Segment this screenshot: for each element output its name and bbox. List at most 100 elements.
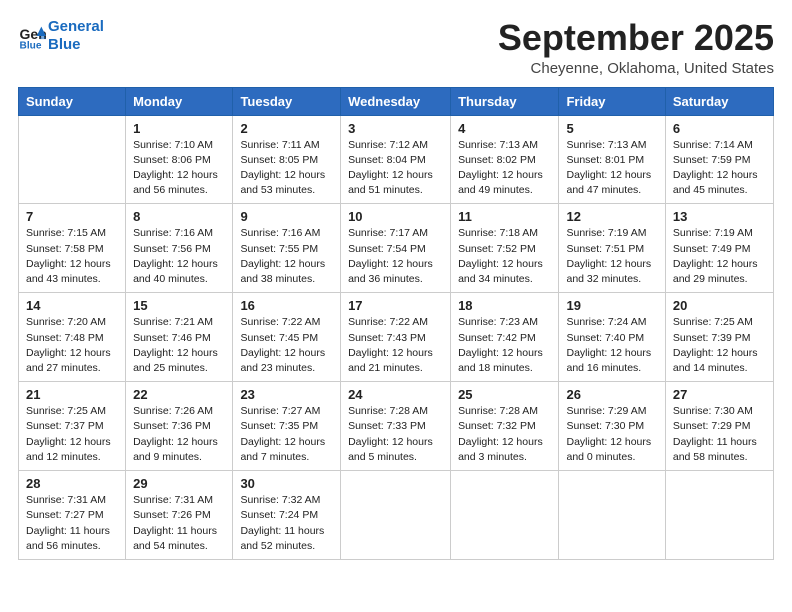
day-info: Sunrise: 7:31 AMSunset: 7:27 PMDaylight:… [26,493,118,554]
day-number: 29 [133,476,225,491]
calendar-cell: 19 Sunrise: 7:24 AMSunset: 7:40 PMDayligh… [559,293,665,382]
calendar-cell: 14 Sunrise: 7:20 AMSunset: 7:48 PMDayligh… [19,293,126,382]
calendar-cell: 4 Sunrise: 7:13 AMSunset: 8:02 PMDaylight… [451,115,559,204]
day-number: 2 [240,121,333,136]
day-info: Sunrise: 7:31 AMSunset: 7:26 PMDaylight:… [133,493,225,554]
day-number: 15 [133,298,225,313]
day-info: Sunrise: 7:30 AMSunset: 7:29 PMDaylight:… [673,404,766,465]
day-number: 16 [240,298,333,313]
day-number: 12 [566,209,657,224]
day-info: Sunrise: 7:32 AMSunset: 7:24 PMDaylight:… [240,493,333,554]
day-number: 27 [673,387,766,402]
calendar-week-row: 21 Sunrise: 7:25 AMSunset: 7:37 PMDayligh… [19,382,774,471]
day-number: 11 [458,209,551,224]
calendar-cell: 24Sunrise: 7:28 AMSunset: 7:33 PMDayligh… [341,382,451,471]
day-number: 24 [348,387,443,402]
day-number: 13 [673,209,766,224]
day-number: 23 [240,387,333,402]
logo-icon: Gen Blue [18,22,46,50]
day-number: 26 [566,387,657,402]
calendar-cell: 13 Sunrise: 7:19 AMSunset: 7:49 PMDayligh… [665,204,773,293]
calendar-week-row: 28 Sunrise: 7:31 AMSunset: 7:27 PMDayligh… [19,471,774,560]
day-number: 1 [133,121,225,136]
day-number: 28 [26,476,118,491]
day-number: 22 [133,387,225,402]
day-info: Sunrise: 7:27 AMSunset: 7:35 PMDaylight:… [240,404,333,465]
day-info: Sunrise: 7:22 AMSunset: 7:45 PMDaylight:… [240,315,333,376]
day-number: 19 [566,298,657,313]
day-number: 9 [240,209,333,224]
day-info: Sunrise: 7:10 AMSunset: 8:06 PMDaylight:… [133,138,225,199]
day-info: Sunrise: 7:16 AMSunset: 7:56 PMDaylight:… [133,226,225,287]
calendar-cell [665,471,773,560]
calendar-cell: 22Sunrise: 7:26 AMSunset: 7:36 PMDayligh… [126,382,233,471]
calendar-cell: 15Sunrise: 7:21 AMSunset: 7:46 PMDayligh… [126,293,233,382]
calendar-cell: 17Sunrise: 7:22 AMSunset: 7:43 PMDayligh… [341,293,451,382]
day-info: Sunrise: 7:17 AMSunset: 7:54 PMDaylight:… [348,226,443,287]
calendar-cell: 12 Sunrise: 7:19 AMSunset: 7:51 PMDayligh… [559,204,665,293]
day-number: 5 [566,121,657,136]
calendar-cell: 2 Sunrise: 7:11 AMSunset: 8:05 PMDaylight… [233,115,341,204]
calendar-cell: 9 Sunrise: 7:16 AMSunset: 7:55 PMDaylight… [233,204,341,293]
calendar-cell: 29 Sunrise: 7:31 AMSunset: 7:26 PMDayligh… [126,471,233,560]
day-number: 17 [348,298,443,313]
month-title: September 2025 [498,18,774,58]
weekday-header: Thursday [451,87,559,115]
day-info: Sunrise: 7:14 AMSunset: 7:59 PMDaylight:… [673,138,766,199]
calendar-cell: 23 Sunrise: 7:27 AMSunset: 7:35 PMDayligh… [233,382,341,471]
page-header: Gen Blue GeneralBlue September 2025 Chey… [18,18,774,77]
calendar-cell: 7 Sunrise: 7:15 AMSunset: 7:58 PMDaylight… [19,204,126,293]
day-info: Sunrise: 7:15 AMSunset: 7:58 PMDaylight:… [26,226,118,287]
calendar-cell: 16 Sunrise: 7:22 AMSunset: 7:45 PMDayligh… [233,293,341,382]
weekday-header: Sunday [19,87,126,115]
calendar-cell: 8Sunrise: 7:16 AMSunset: 7:56 PMDaylight… [126,204,233,293]
calendar-cell: 26Sunrise: 7:29 AMSunset: 7:30 PMDayligh… [559,382,665,471]
weekday-header: Friday [559,87,665,115]
day-info: Sunrise: 7:19 AMSunset: 7:49 PMDaylight:… [673,226,766,287]
calendar-cell: 5Sunrise: 7:13 AMSunset: 8:01 PMDaylight… [559,115,665,204]
day-info: Sunrise: 7:24 AMSunset: 7:40 PMDaylight:… [566,315,657,376]
calendar-cell: 1 Sunrise: 7:10 AMSunset: 8:06 PMDaylight… [126,115,233,204]
day-number: 25 [458,387,551,402]
logo: Gen Blue GeneralBlue [18,18,104,54]
calendar-table: SundayMondayTuesdayWednesdayThursdayFrid… [18,87,774,560]
calendar-cell: 30Sunrise: 7:32 AMSunset: 7:24 PMDayligh… [233,471,341,560]
calendar-cell: 10 Sunrise: 7:17 AMSunset: 7:54 PMDayligh… [341,204,451,293]
calendar-cell: 21 Sunrise: 7:25 AMSunset: 7:37 PMDayligh… [19,382,126,471]
day-number: 6 [673,121,766,136]
day-number: 10 [348,209,443,224]
day-info: Sunrise: 7:11 AMSunset: 8:05 PMDaylight:… [240,138,333,199]
calendar-cell: 28 Sunrise: 7:31 AMSunset: 7:27 PMDayligh… [19,471,126,560]
day-number: 21 [26,387,118,402]
day-info: Sunrise: 7:23 AMSunset: 7:42 PMDaylight:… [458,315,551,376]
calendar-cell [19,115,126,204]
day-info: Sunrise: 7:20 AMSunset: 7:48 PMDaylight:… [26,315,118,376]
day-number: 4 [458,121,551,136]
day-info: Sunrise: 7:25 AMSunset: 7:37 PMDaylight:… [26,404,118,465]
logo-text: GeneralBlue [48,18,104,54]
calendar-cell [559,471,665,560]
calendar-cell: 27 Sunrise: 7:30 AMSunset: 7:29 PMDayligh… [665,382,773,471]
calendar-week-row: 7 Sunrise: 7:15 AMSunset: 7:58 PMDaylight… [19,204,774,293]
day-info: Sunrise: 7:16 AMSunset: 7:55 PMDaylight:… [240,226,333,287]
calendar-cell [451,471,559,560]
calendar-cell: 3Sunrise: 7:12 AMSunset: 8:04 PMDaylight… [341,115,451,204]
day-info: Sunrise: 7:13 AMSunset: 8:02 PMDaylight:… [458,138,551,199]
calendar-week-row: 1 Sunrise: 7:10 AMSunset: 8:06 PMDaylight… [19,115,774,204]
svg-text:Blue: Blue [20,40,42,50]
calendar-cell: 18 Sunrise: 7:23 AMSunset: 7:42 PMDayligh… [451,293,559,382]
calendar-cell: 6 Sunrise: 7:14 AMSunset: 7:59 PMDaylight… [665,115,773,204]
weekday-header: Wednesday [341,87,451,115]
weekday-header: Tuesday [233,87,341,115]
day-number: 18 [458,298,551,313]
weekday-header: Saturday [665,87,773,115]
title-block: September 2025 Cheyenne, Oklahoma, Unite… [498,18,774,77]
location: Cheyenne, Oklahoma, United States [498,60,774,77]
day-number: 14 [26,298,118,313]
calendar-week-row: 14 Sunrise: 7:20 AMSunset: 7:48 PMDayligh… [19,293,774,382]
day-number: 3 [348,121,443,136]
day-number: 7 [26,209,118,224]
day-info: Sunrise: 7:19 AMSunset: 7:51 PMDaylight:… [566,226,657,287]
day-info: Sunrise: 7:28 AMSunset: 7:32 PMDaylight:… [458,404,551,465]
calendar-cell: 11Sunrise: 7:18 AMSunset: 7:52 PMDayligh… [451,204,559,293]
